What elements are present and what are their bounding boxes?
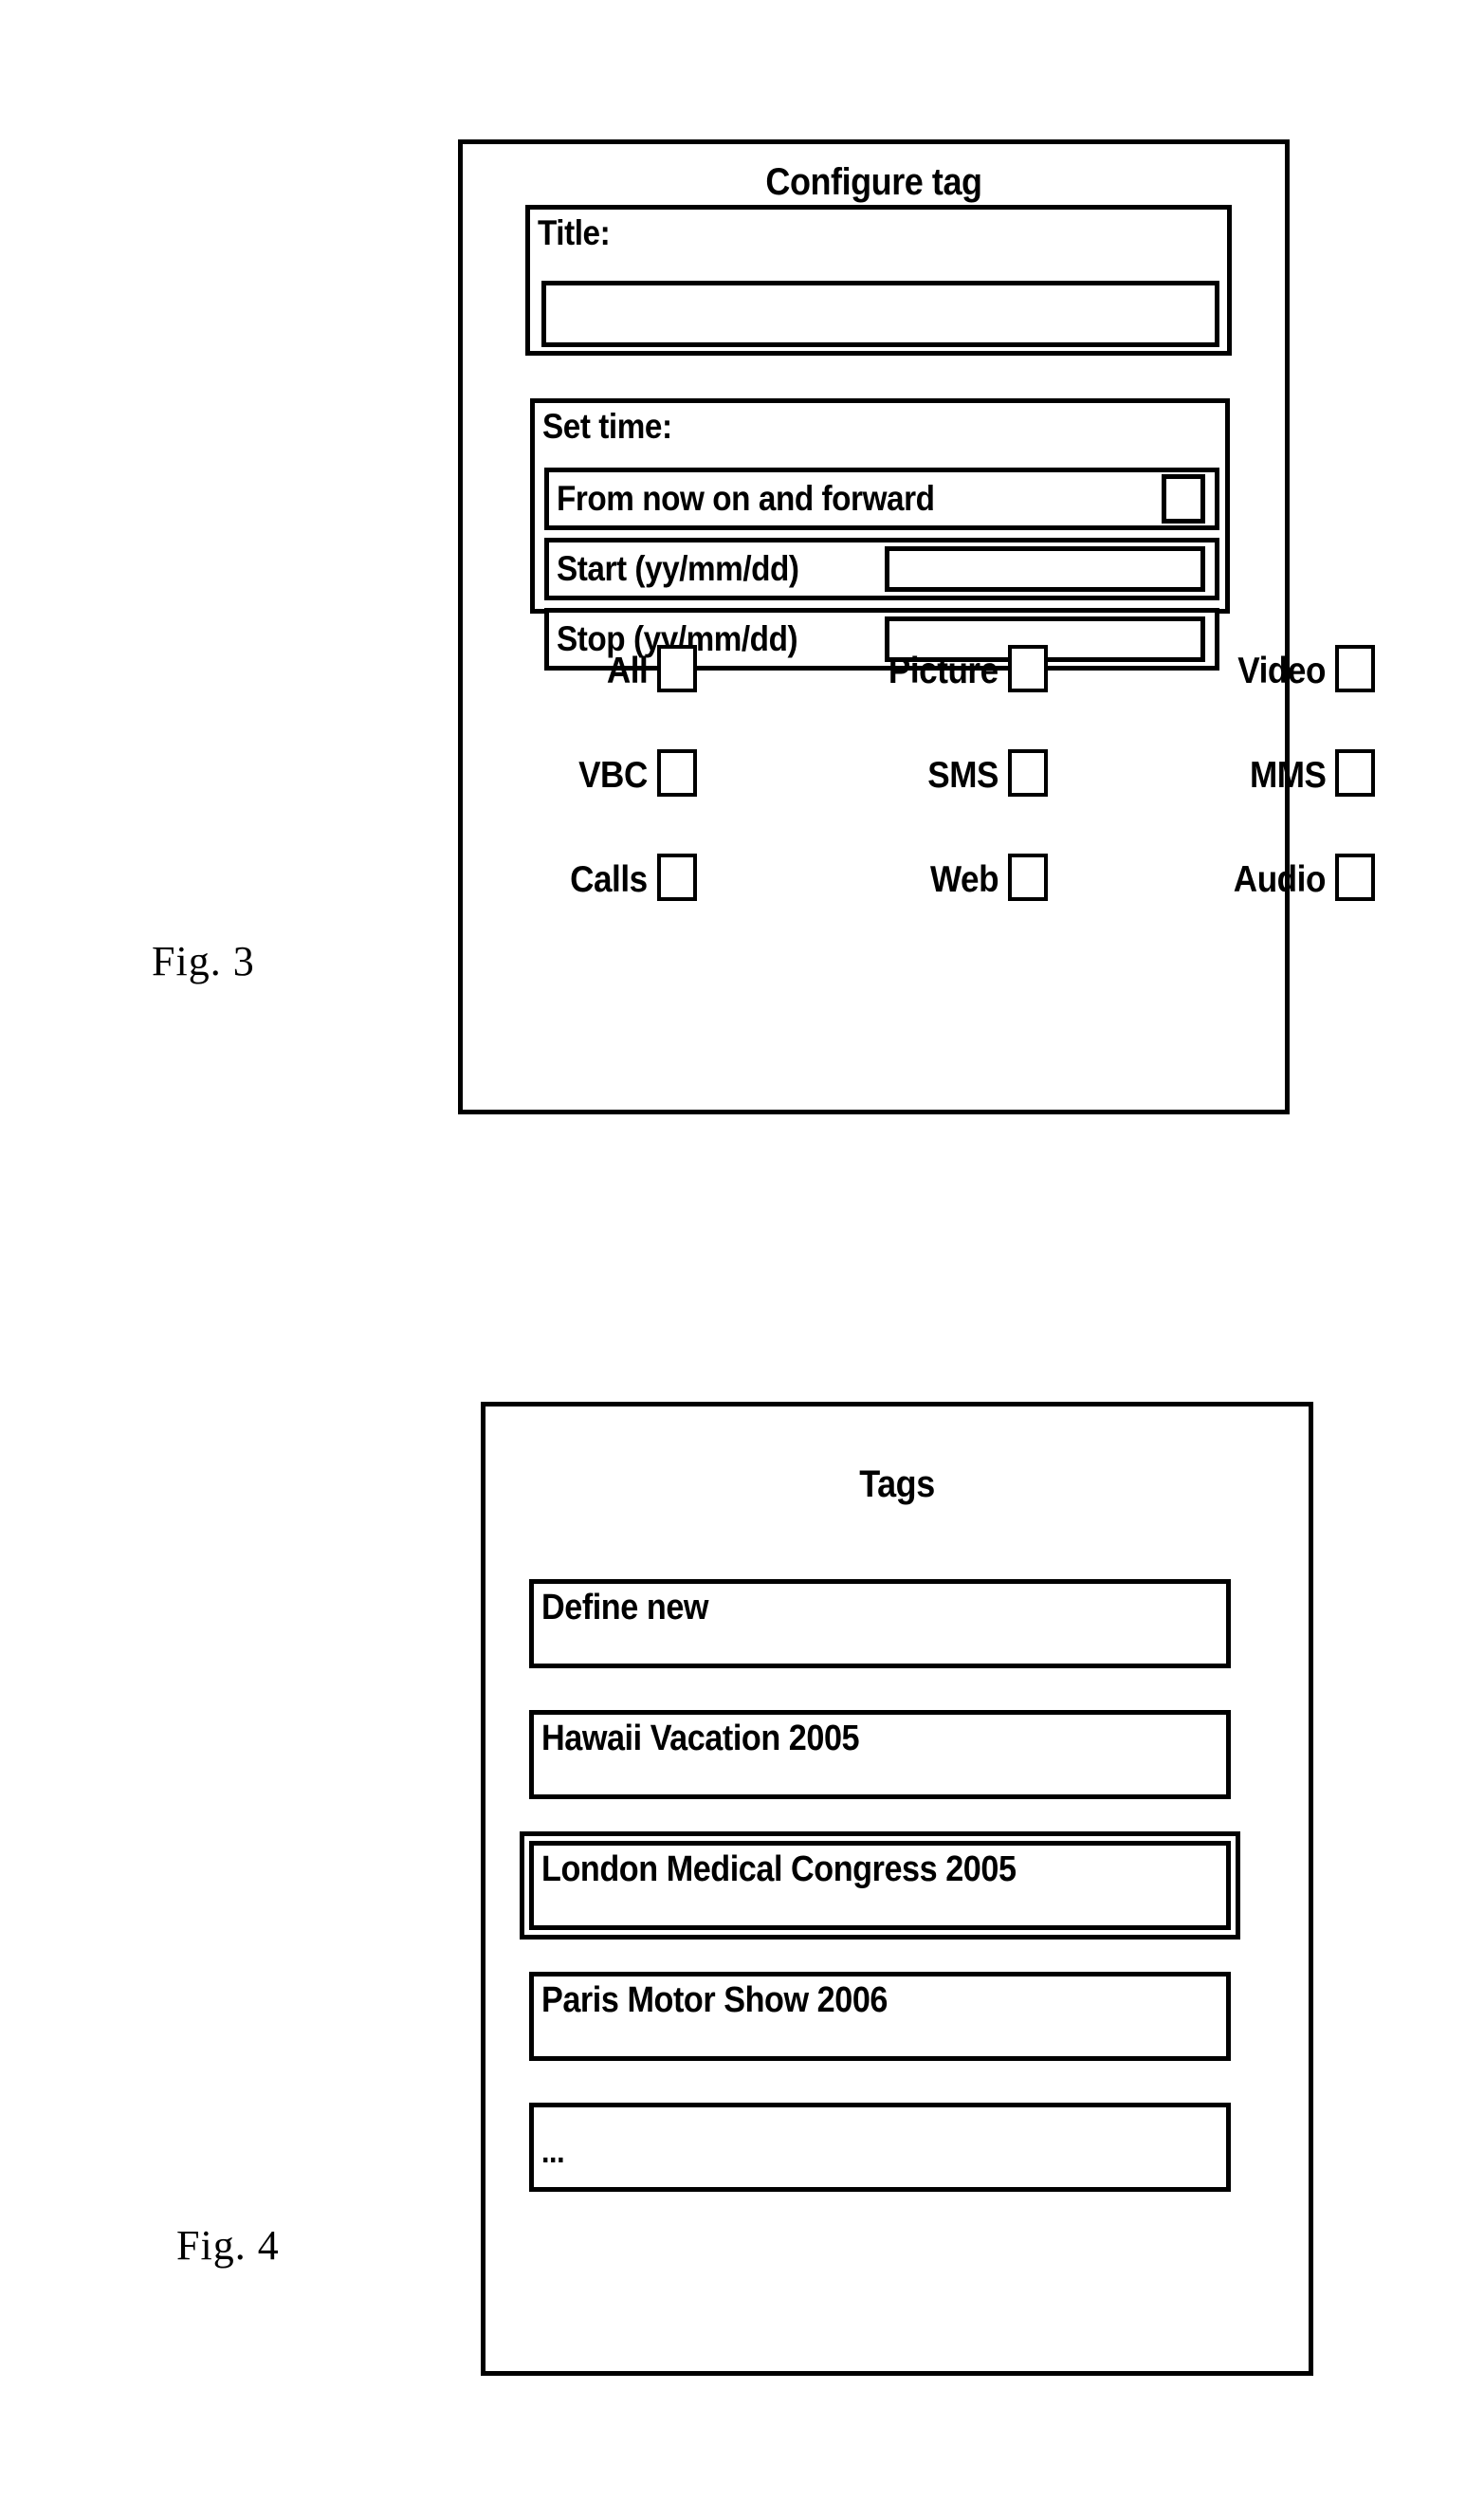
set-time-group: Set time: From now on and forward Start … xyxy=(530,398,1230,671)
from-now-on-label: From now on and forward xyxy=(557,479,935,518)
list-item-label: Paris Motor Show 2006 xyxy=(541,1980,888,2020)
checkbox-cell-video[interactable]: Video xyxy=(1022,626,1375,730)
checkbox-cell-picture[interactable]: Picture xyxy=(728,626,1048,730)
title-group: Title: xyxy=(525,205,1232,356)
checkbox-label-audio: Audio xyxy=(1233,859,1327,900)
dialog-title-configure-tag: Configure tag xyxy=(765,161,982,203)
list-item-paris-motor-show[interactable]: Paris Motor Show 2006 xyxy=(529,1972,1231,2061)
media-type-checkbox-grid: All Picture Video VBC SMS MMS Calls Web … xyxy=(463,626,1375,939)
list-item-more[interactable]: ... xyxy=(529,2103,1231,2192)
dialog-title-tags: Tags xyxy=(859,1463,935,1505)
checkbox-label-mms: MMS xyxy=(1249,755,1326,796)
list-item-label: Define new xyxy=(541,1588,709,1627)
start-date-row[interactable]: Start (yy/mm/dd) xyxy=(544,538,1219,600)
checkbox-row: VBC SMS MMS xyxy=(463,730,1375,835)
checkbox-video[interactable] xyxy=(1335,645,1375,692)
checkbox-label-video: Video xyxy=(1237,651,1326,691)
list-item-label: ... xyxy=(541,2134,565,2170)
figure-4-caption: Fig. 4 xyxy=(176,2222,280,2269)
figure-3-caption: Fig. 3 xyxy=(152,938,255,984)
checkbox-label-picture: Picture xyxy=(889,651,998,691)
checkbox-all[interactable] xyxy=(657,645,697,692)
start-date-input[interactable] xyxy=(885,546,1205,592)
list-item-label: Hawaii Vacation 2005 xyxy=(541,1719,860,1758)
checkbox-audio[interactable] xyxy=(1335,854,1375,901)
start-date-label: Start (yy/mm/dd) xyxy=(557,549,799,588)
tags-dialog: Tags Define new Hawaii Vacation 2005 Lon… xyxy=(481,1402,1313,2376)
list-item-london-medical-congress[interactable]: London Medical Congress 2005 xyxy=(520,1831,1240,1940)
checkbox-label-sms: SMS xyxy=(927,755,998,796)
checkbox-cell-mms[interactable]: MMS xyxy=(1022,730,1375,835)
list-item-label: London Medical Congress 2005 xyxy=(541,1849,1017,1889)
checkbox-cell-all[interactable]: All xyxy=(491,626,697,730)
checkbox-cell-vbc[interactable]: VBC xyxy=(491,730,697,835)
checkbox-label-all: All xyxy=(606,651,648,691)
checkbox-cell-calls[interactable]: Calls xyxy=(491,835,697,939)
configure-tag-dialog: Configure tag Title: Set time: From now … xyxy=(458,139,1375,1114)
checkbox-label-vbc: VBC xyxy=(578,755,648,796)
from-now-on-row[interactable]: From now on and forward xyxy=(544,468,1219,530)
title-group-label: Title: xyxy=(538,213,611,252)
checkbox-cell-sms[interactable]: SMS xyxy=(728,730,1048,835)
checkbox-row: Calls Web Audio xyxy=(463,835,1375,939)
checkbox-row: All Picture Video xyxy=(463,626,1375,730)
list-item-define-new[interactable]: Define new xyxy=(529,1579,1231,1668)
checkbox-mms[interactable] xyxy=(1335,749,1375,797)
checkbox-cell-audio[interactable]: Audio xyxy=(1022,835,1375,939)
checkbox-calls[interactable] xyxy=(657,854,697,901)
checkbox-label-calls: Calls xyxy=(570,859,648,900)
from-now-on-checkbox[interactable] xyxy=(1162,474,1205,524)
checkbox-vbc[interactable] xyxy=(657,749,697,797)
checkbox-cell-web[interactable]: Web xyxy=(728,835,1048,939)
title-input[interactable] xyxy=(541,281,1219,347)
set-time-group-label: Set time: xyxy=(542,407,672,446)
checkbox-label-web: Web xyxy=(929,859,999,900)
list-item-hawaii-vacation[interactable]: Hawaii Vacation 2005 xyxy=(529,1710,1231,1799)
